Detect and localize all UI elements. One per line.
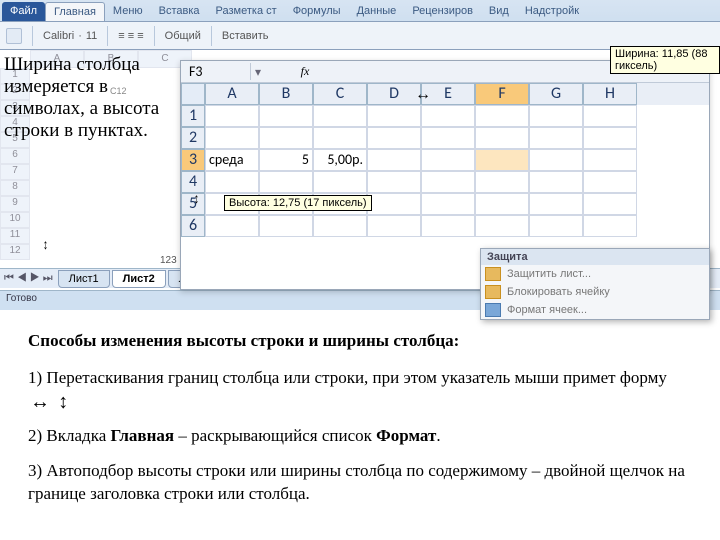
cell-a3[interactable]: среда <box>205 149 259 171</box>
tab-insert[interactable]: Вставка <box>151 2 208 21</box>
sheet-nav-icon[interactable]: ⏮ ◀ ▶ ⏭ <box>0 272 57 285</box>
tab-file[interactable]: Файл <box>2 2 45 21</box>
sheet-tab-2[interactable]: Лист2 <box>112 270 166 288</box>
article-heading: Способы изменения высоты строки и ширины… <box>28 330 686 353</box>
name-dropdown-icon[interactable]: ▾ <box>251 65 265 79</box>
col-a[interactable]: A <box>205 83 259 105</box>
row-3[interactable]: 3 <box>181 149 205 171</box>
column-headers: A B C D E F G H <box>181 83 709 105</box>
ribbon-tabs: Файл Главная Меню Вставка Разметка ст Фо… <box>0 0 720 21</box>
note-textbox: Ширина столбца измеряется в символах, а … <box>4 54 180 141</box>
col-h[interactable]: H <box>583 83 637 105</box>
cell-b3[interactable]: 5 <box>259 149 313 171</box>
screenshot-region: ABC 12 34 56 78 910 1112 C12 Ширина стол… <box>0 50 720 310</box>
row-6[interactable]: 6 <box>181 215 205 237</box>
ribbon-body: Calibri · 11 ≡ ≡ ≡ Общий Вставить <box>0 21 720 49</box>
point-1: 1) Перетаскивания границ столбца или стр… <box>28 367 686 413</box>
col-g[interactable]: G <box>529 83 583 105</box>
width-tooltip: Ширина: 11,85 (88 гиксель) <box>610 46 720 74</box>
font-name[interactable]: Calibri <box>43 30 74 42</box>
menu-lock-cell[interactable]: Блокировать ячейку <box>481 283 709 301</box>
tab-data[interactable]: Данные <box>349 2 405 21</box>
tab-layout[interactable]: Разметка ст <box>208 2 285 21</box>
resize-horizontal-cursor-icon: ↔ <box>30 397 50 407</box>
number-format[interactable]: Общий <box>165 30 201 42</box>
col-d[interactable]: D <box>367 83 421 105</box>
lock-icon <box>485 285 501 299</box>
tab-view[interactable]: Вид <box>481 2 517 21</box>
menu-protect-sheet[interactable]: Защитить лист... <box>481 265 709 283</box>
shield-icon <box>485 267 501 281</box>
col-c[interactable]: C <box>313 83 367 105</box>
col-b[interactable]: B <box>259 83 313 105</box>
sheet-tab-1[interactable]: Лист1 <box>58 270 110 288</box>
ribbon: Файл Главная Меню Вставка Разметка ст Фо… <box>0 0 720 50</box>
fx-icon[interactable]: fx <box>295 64 315 79</box>
alignment-group: ≡ ≡ ≡ <box>118 30 143 42</box>
paste-icon[interactable] <box>6 28 22 44</box>
point-2: 2) Вкладка Главная – раскрывающийся спис… <box>28 425 686 448</box>
article: Способы изменения высоты строки и ширины… <box>0 310 720 538</box>
row-2[interactable]: 2 <box>181 127 205 149</box>
tab-home[interactable]: Главная <box>45 2 105 21</box>
row-1[interactable]: 1 <box>181 105 205 127</box>
tab-addins[interactable]: Надстройк <box>517 2 587 21</box>
cell-c3[interactable]: 5,00р. <box>313 149 367 171</box>
point-3: 3) Автоподбор высоты строки или ширины с… <box>28 460 686 506</box>
insert-btn[interactable]: Вставить <box>222 30 269 42</box>
col-f[interactable]: F <box>475 83 529 105</box>
tab-menu[interactable]: Меню <box>105 2 151 21</box>
menu-format-cells[interactable]: Формат ячеек... <box>481 301 709 319</box>
tab-review[interactable]: Рецензиров <box>404 2 481 21</box>
menu-header: Защита <box>481 249 709 265</box>
font-size[interactable]: 11 <box>86 30 97 42</box>
height-tooltip: Высота: 12,75 (17 пиксель) <box>224 195 372 211</box>
select-all-corner[interactable] <box>181 83 205 105</box>
resize-vertical-icon: ↕ <box>194 190 200 206</box>
protection-menu: Защита Защитить лист... Блокировать ячей… <box>480 248 710 320</box>
cell-f3[interactable] <box>475 149 529 171</box>
resize-horizontal-icon: ↔ <box>415 86 431 104</box>
format-icon <box>485 303 501 317</box>
resize-vertical-cursor-icon: ↕ <box>58 397 68 407</box>
name-box[interactable]: F3 <box>181 63 251 80</box>
resize-vertical-icon-2: ↕ <box>43 236 49 252</box>
tab-formulas[interactable]: Формулы <box>285 2 349 21</box>
